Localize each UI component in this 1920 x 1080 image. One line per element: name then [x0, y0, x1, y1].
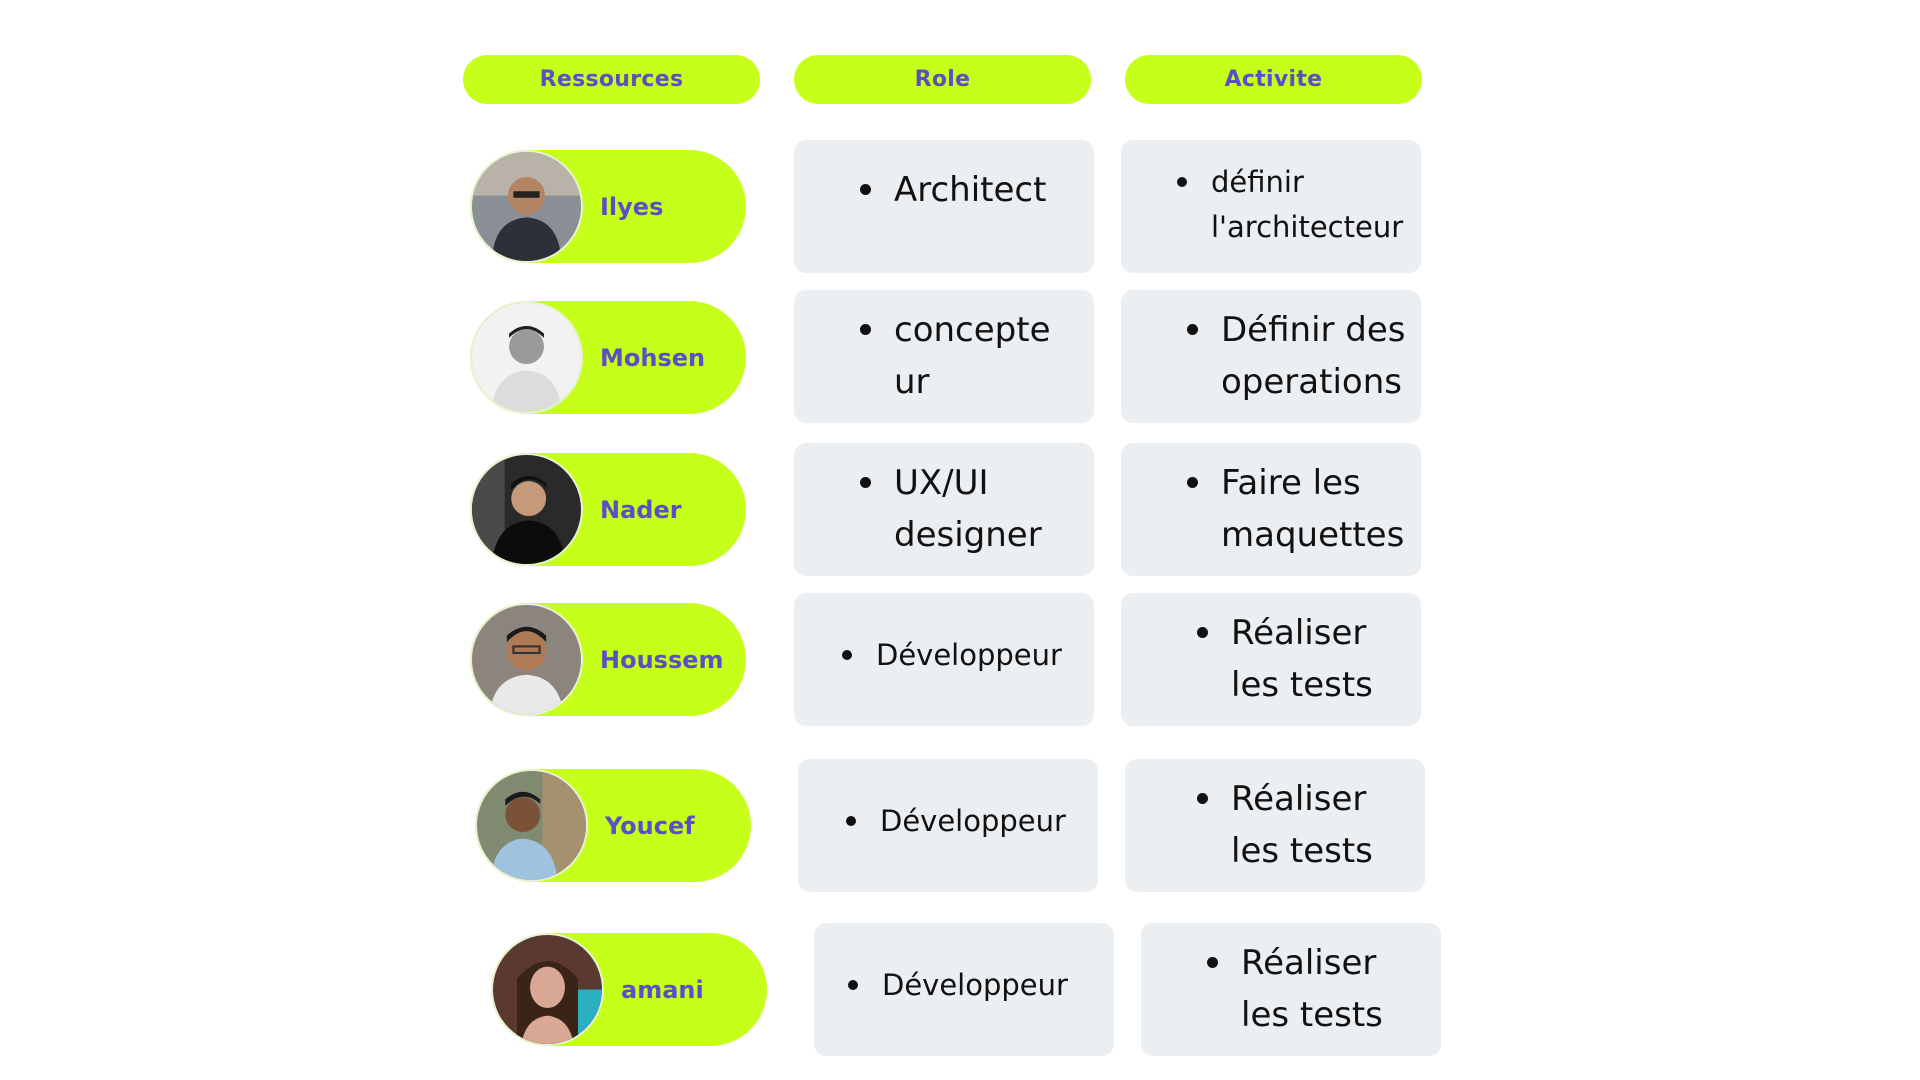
resource-name: Mohsen [600, 343, 706, 372]
role-item: Architect [860, 164, 1046, 216]
activity-line-1: Faire les [1221, 463, 1361, 503]
activity-card: définir l'architecteur [1121, 140, 1421, 273]
role-card: Développeur [814, 923, 1114, 1056]
resource-name: Nader [600, 495, 682, 524]
resource-name: amani [621, 975, 704, 1004]
resource-name: Ilyes [600, 192, 664, 221]
header-activite: Activite [1125, 55, 1422, 104]
role-item: Développeur [842, 633, 1062, 678]
avatar-mohsen [470, 301, 583, 414]
avatar-houssem [470, 603, 583, 716]
avatar-ilyes [470, 150, 583, 263]
resource-pill-nader: Nader [470, 453, 746, 566]
activity-line-1: Réaliser [1241, 943, 1377, 983]
avatar-amani [491, 933, 604, 1046]
activity-item: Réaliser les tests [1197, 607, 1373, 711]
role-card: UX/UI designer [794, 443, 1094, 576]
header-role: Role [794, 55, 1091, 104]
activity-line-1: Définir des [1221, 310, 1406, 350]
activity-card: Faire les maquettes [1121, 443, 1421, 576]
header-ressources: Ressources [463, 55, 760, 104]
activity-line-1: Réaliser [1231, 779, 1367, 819]
role-line-1: UX/UI [894, 463, 989, 503]
resource-pill-mohsen: Mohsen [470, 301, 746, 414]
activity-card: Réaliser les tests [1121, 593, 1421, 726]
role-card: Architect [794, 140, 1094, 273]
role-item: UX/UI designer [860, 457, 1042, 561]
role-line-1: concepte [894, 310, 1051, 350]
role-line-2: designer [894, 515, 1042, 555]
activity-item: Faire les maquettes [1187, 457, 1404, 561]
role-card: Développeur [794, 593, 1094, 726]
avatar-youcef [475, 769, 588, 882]
activity-item: définir l'architecteur [1177, 160, 1403, 250]
resource-pill-houssem: Houssem [470, 603, 746, 716]
role-item: Développeur [846, 799, 1066, 844]
activity-line-2: maquettes [1221, 515, 1405, 555]
activity-line-1: Réaliser [1231, 613, 1367, 653]
activity-line-2: operations [1221, 362, 1402, 402]
activity-line-1: définir [1211, 165, 1304, 199]
role-item: concepte ur [860, 304, 1051, 408]
resource-name: Houssem [600, 645, 724, 674]
activity-line-2: l'architecteur [1211, 210, 1404, 244]
resource-pill-youcef: Youcef [475, 769, 751, 882]
resource-name: Youcef [605, 811, 695, 840]
activity-line-2: les tests [1231, 665, 1373, 705]
role-card: Développeur [798, 759, 1098, 892]
role-card: concepte ur [794, 290, 1094, 423]
avatar-nader [470, 453, 583, 566]
resource-pill-ilyes: Ilyes [470, 150, 746, 263]
activity-card: Réaliser les tests [1141, 923, 1441, 1056]
activity-line-2: les tests [1231, 831, 1373, 871]
role-line-2: ur [894, 362, 930, 402]
resource-pill-amani: amani [491, 933, 767, 1046]
role-item: Développeur [848, 963, 1068, 1008]
activity-item: Réaliser les tests [1197, 773, 1373, 877]
activity-card: Réaliser les tests [1125, 759, 1425, 892]
activity-card: Définir des operations [1121, 290, 1421, 423]
activity-item: Réaliser les tests [1207, 937, 1383, 1041]
activity-item: Définir des operations [1187, 304, 1406, 408]
activity-line-2: les tests [1241, 995, 1383, 1035]
